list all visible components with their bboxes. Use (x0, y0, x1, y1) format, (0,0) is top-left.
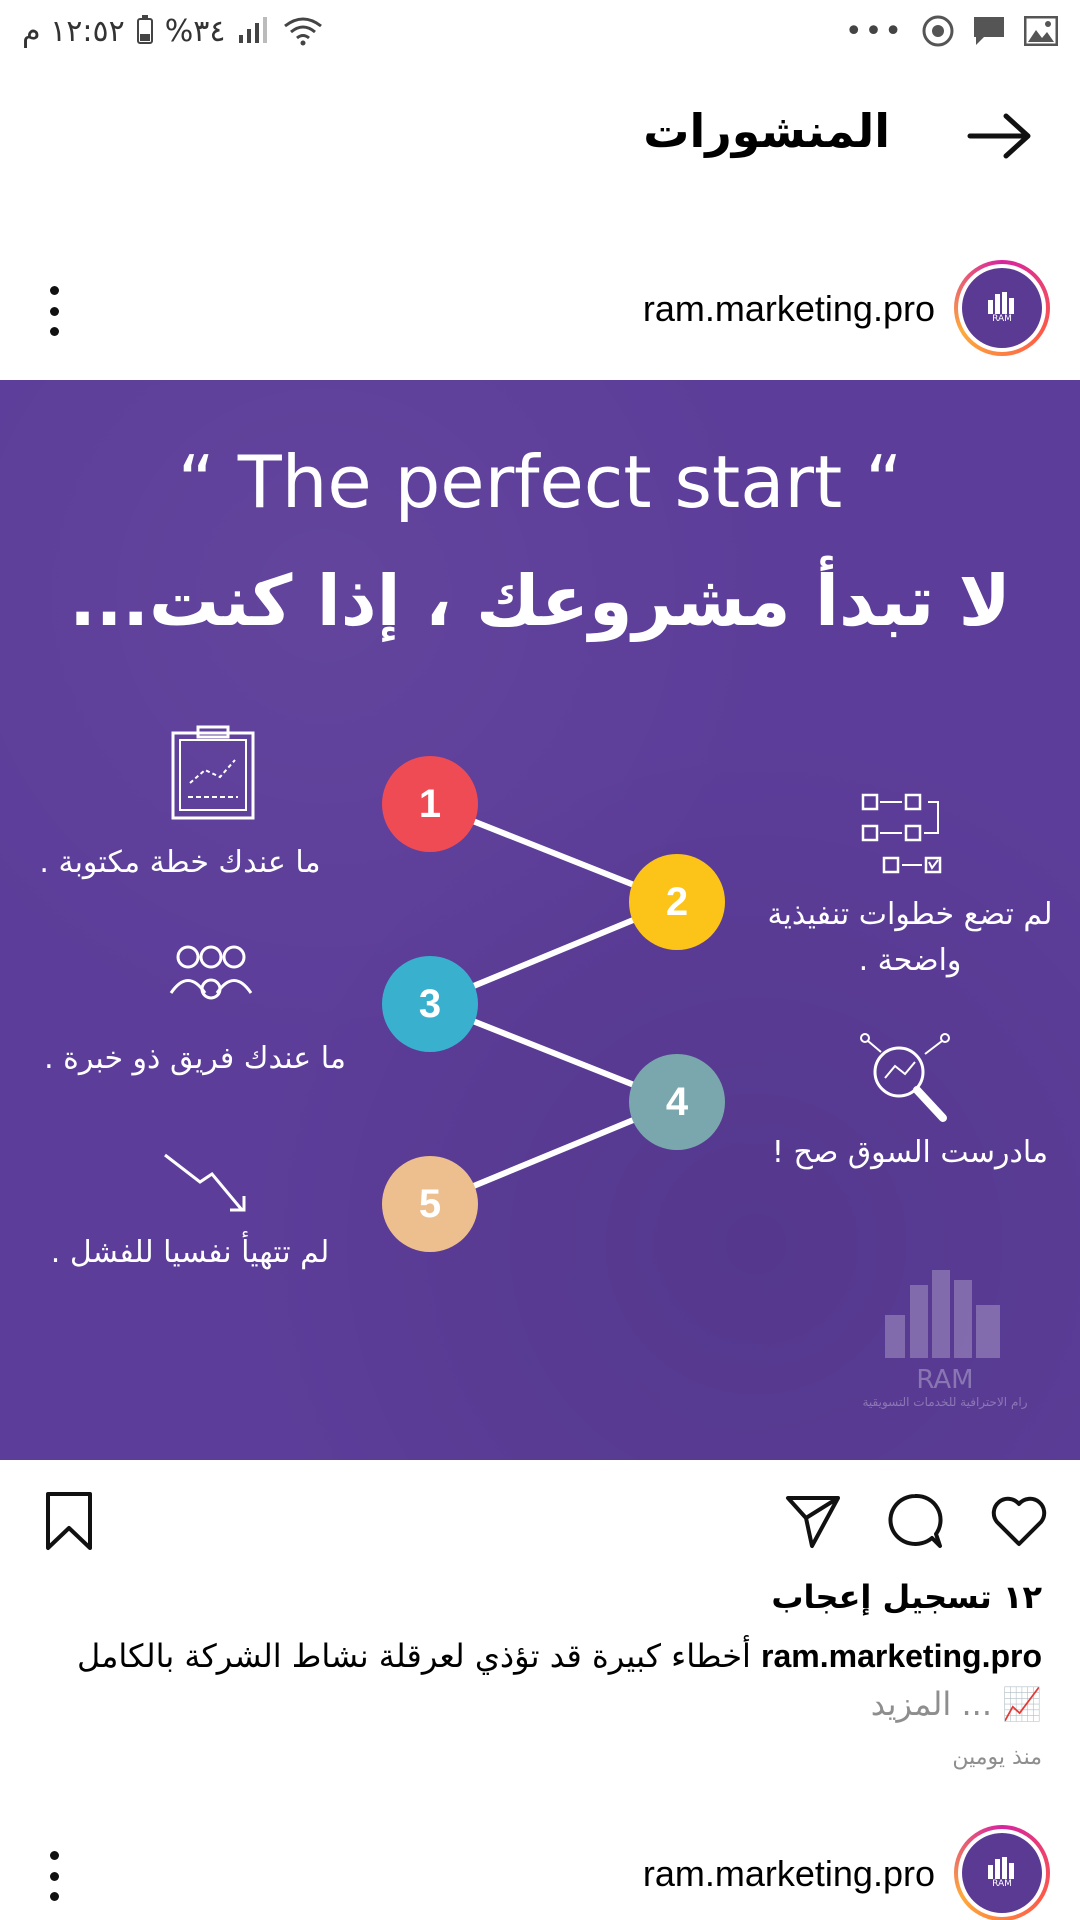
more-options-icon[interactable] (46, 286, 62, 336)
battery-percent: %٣٤ (164, 13, 226, 49)
post-username[interactable]: ram.marketing.pro (643, 288, 935, 330)
watermark-brand: RAM (916, 1365, 974, 1395)
bookmark-icon[interactable] (38, 1490, 100, 1552)
caption-more-link[interactable]: 📈 ... المزيد (871, 1685, 1042, 1723)
post-header: RAM ram.marketing.pro (0, 250, 1080, 370)
step-5-circle: 5 (382, 1156, 478, 1252)
building-logo-icon (885, 1270, 1000, 1358)
avatar-text: RAM (992, 314, 1012, 324)
clipboard-plan-icon (171, 725, 255, 820)
step-4-circle: 4 (629, 1054, 725, 1150)
brand-watermark: RAM رام الاحترافية للخدمات التسويقية (850, 1270, 1040, 1420)
step-1-label: ما عندك خطة مكتوبة . (39, 845, 321, 880)
next-post-header: RAM ram.marketing.pro (0, 1815, 1080, 1920)
chrome-icon (922, 15, 954, 47)
page-title: المنشورات (643, 104, 890, 158)
top-bar: المنشورات (0, 62, 1080, 202)
clock: ١٢:٥٢ م (22, 13, 125, 49)
share-send-icon[interactable] (782, 1490, 844, 1552)
post-actions (0, 1480, 1080, 1560)
avatar-text: RAM (992, 1879, 1012, 1889)
more-options-icon[interactable] (46, 1851, 62, 1901)
caption-username[interactable]: ram.marketing.pro (761, 1638, 1042, 1674)
watermark-subtitle: رام الاحترافية للخدمات التسويقية (862, 1395, 1028, 1409)
signal-icon (239, 17, 268, 43)
status-bar-right: ••• (845, 10, 1058, 52)
like-heart-icon[interactable] (988, 1490, 1050, 1552)
building-logo-icon (988, 1857, 1014, 1879)
building-logo-icon (988, 292, 1014, 314)
next-post-username[interactable]: ram.marketing.pro (643, 1853, 935, 1895)
message-icon (974, 17, 1004, 45)
step-3-label: ما عندك فريق ذو خبرة . (44, 1041, 346, 1076)
step-5-label: لم تتهيأ نفسيا للفشل . (50, 1235, 330, 1270)
market-research-magnifier-icon (860, 1033, 950, 1122)
trend-down-icon (164, 1153, 246, 1212)
caption-text: أخطاء كبيرة قد تؤذي لعرقلة نشاط الشركة ب… (77, 1637, 751, 1675)
step-4-label: مادرست السوق صح ! (771, 1135, 1049, 1170)
workflow-steps-icon (861, 793, 942, 874)
wifi-icon (284, 17, 323, 46)
back-arrow-icon[interactable] (960, 106, 1040, 166)
status-bar: ١٢:٥٢ م %٣٤ ••• (0, 0, 1080, 62)
status-bar-left: ١٢:٥٢ م %٣٤ (22, 10, 323, 52)
gallery-icon (1024, 16, 1058, 46)
post-caption: ram.marketing.pro أخطاء كبيرة قد تؤذي لع… (32, 1632, 1042, 1728)
post-image[interactable]: “ The perfect start “ لا تبدأ مشروعك ، إ… (0, 380, 1080, 1460)
post-timestamp: منذ يومين (952, 1745, 1042, 1770)
step-2-circle: 2 (629, 854, 725, 950)
step-3-circle: 3 (382, 956, 478, 1052)
overflow-dots-icon: ••• (844, 13, 904, 49)
avatar[interactable]: RAM (954, 1825, 1050, 1920)
step-2-label: لم تضع خطوات تنفيذية واضحة . (767, 897, 1053, 978)
team-icon (169, 945, 253, 1000)
likes-count[interactable]: ١٢ تسجيل إعجاب (771, 1578, 1042, 1616)
avatar[interactable]: RAM (954, 260, 1050, 356)
step-1-circle: 1 (382, 756, 478, 852)
battery-icon (136, 15, 153, 44)
comment-icon[interactable] (884, 1490, 946, 1552)
